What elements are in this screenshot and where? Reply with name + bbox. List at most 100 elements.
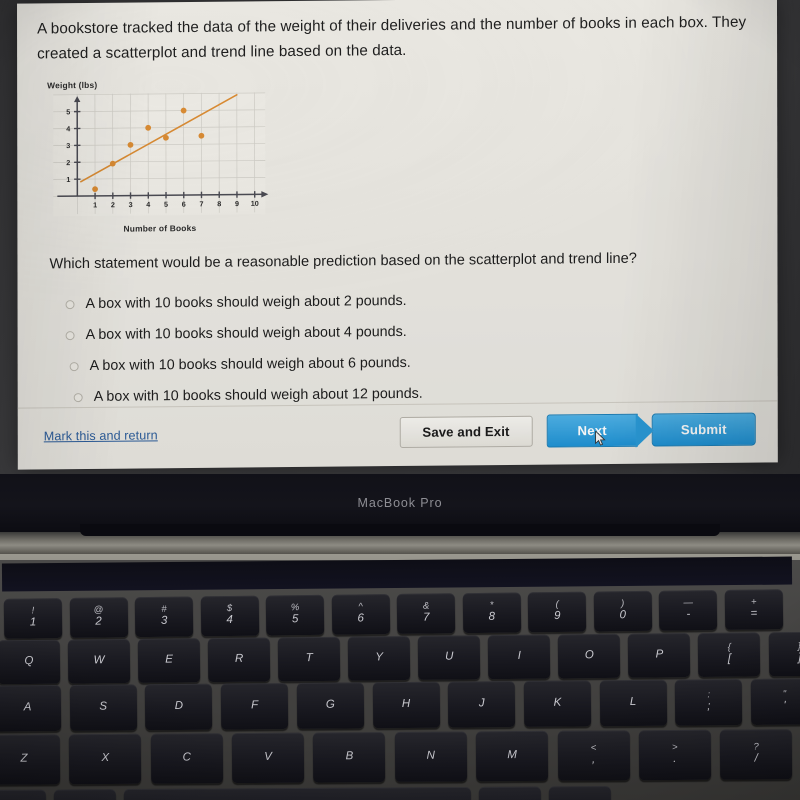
keyboard-key[interactable]: B [313, 732, 386, 783]
svg-text:9: 9 [235, 199, 239, 208]
keyboard-modifier-row[interactable]: ⌥ ⌘ ⌘ ⌥ [0, 786, 612, 800]
keyboard-qwerty-row[interactable]: Q W E R T Y U I O P {[}] [0, 631, 800, 685]
keyboard-key[interactable]: V [231, 732, 305, 784]
key-shift-glyph: — [683, 597, 694, 609]
answer-options-list: A box with 10 books should weigh about 2… [65, 290, 760, 406]
save-and-exit-button[interactable]: Save and Exit [399, 415, 533, 448]
key-primary-glyph: I [517, 650, 521, 663]
key-shift-glyph: % [290, 602, 300, 614]
svg-text:4: 4 [146, 200, 150, 209]
svg-text:5: 5 [164, 200, 168, 209]
keyboard-key[interactable]: (9 [527, 591, 587, 633]
keyboard-key[interactable]: + = [724, 589, 784, 630]
answer-option-label: A box with 10 books should weigh about 4… [85, 324, 407, 344]
keyboard-key[interactable]: #3 [134, 596, 194, 638]
svg-text:1: 1 [66, 175, 70, 184]
key-primary-glyph: X [101, 752, 110, 765]
answer-option[interactable]: A box with 10 books should weigh about 6… [69, 352, 760, 375]
keyboard-key[interactable]: $4 [200, 595, 259, 637]
keyboard-key[interactable]: ) 0 [593, 590, 653, 632]
keyboard-number-row[interactable]: ! 1 @2 #3 $4% 5 ^ 6 & 7 * 8(9) 0— - + = [3, 589, 784, 639]
next-button[interactable]: Next [546, 413, 638, 448]
keyboard-key[interactable]: S [69, 684, 137, 731]
keyboard-key[interactable]: U [418, 635, 481, 680]
key-primary-glyph: Z [20, 752, 28, 765]
svg-text:3: 3 [66, 141, 70, 150]
keyboard-key[interactable]: G [296, 682, 365, 729]
keyboard-key[interactable]: E [137, 638, 201, 683]
answer-option[interactable]: A box with 10 books should weigh about 4… [65, 321, 760, 344]
keyboard-key[interactable]: " ' [750, 678, 800, 725]
keyboard-key[interactable]: ⌘ [53, 789, 117, 800]
keyboard-deck: ! 1 @2 #3 $4% 5 ^ 6 & 7 * 8(9) 0— - + = Q W E R T Y U I O P{[}] … [0, 554, 800, 800]
keyboard-key[interactable]: * 8 [462, 592, 521, 634]
keyboard-key[interactable]: >. [638, 729, 712, 781]
key-well: ! 1 @2 #3 $4% 5 ^ 6 & 7 * 8(9) 0— - + = Q W E R T Y U I O P{[}] … [0, 556, 800, 800]
keyboard-key[interactable]: — - [659, 590, 718, 631]
keyboard-key[interactable]: D [145, 683, 213, 731]
keyboard-key[interactable]: ^ 6 [331, 594, 390, 635]
keyboard-key[interactable]: Y [348, 636, 411, 681]
key-primary-glyph: , [591, 753, 596, 766]
keyboard-key[interactable]: ⌥ [0, 789, 47, 800]
answer-option-radio[interactable] [69, 361, 79, 371]
keyboard-key[interactable]: I [488, 634, 551, 680]
keyboard-key[interactable]: % 5 [265, 594, 325, 636]
keyboard-key[interactable]: A [0, 685, 62, 732]
key-primary-glyph: M [507, 749, 517, 762]
keyboard-key[interactable] [123, 786, 472, 800]
laptop-photo: A bookstore tracked the data of the weig… [0, 0, 800, 800]
touch-bar[interactable] [1, 556, 793, 592]
keyboard-key[interactable]: K [523, 680, 592, 727]
key-primary-glyph: O [584, 649, 594, 662]
keyboard-key[interactable]: <, [557, 730, 630, 781]
keyboard-key[interactable]: }] [768, 631, 800, 677]
keyboard-key[interactable]: C [150, 733, 223, 784]
answer-option[interactable]: A box with 10 books should weigh about 2… [65, 290, 760, 313]
keyboard-key[interactable]: N [394, 731, 467, 782]
quiz-screen: A bookstore tracked the data of the weig… [17, 0, 778, 470]
key-primary-glyph: C [182, 751, 191, 764]
answer-option-radio[interactable] [65, 330, 75, 340]
keyboard-key[interactable]: F [220, 683, 289, 730]
keyboard-key[interactable]: L [599, 679, 667, 727]
key-shift-glyph: : [707, 689, 711, 701]
keyboard-key[interactable]: O [558, 633, 621, 679]
mark-this-and-return-link[interactable]: Mark this and return [44, 428, 158, 443]
svg-text:10: 10 [251, 199, 259, 208]
keyboard-key[interactable]: P [628, 633, 691, 678]
keyboard-key[interactable]: ⌥ [549, 786, 612, 800]
answer-option-radio[interactable] [65, 299, 75, 309]
svg-text:6: 6 [182, 200, 186, 209]
keyboard-key[interactable]: H [372, 681, 440, 729]
svg-text:1: 1 [93, 201, 97, 210]
key-primary-glyph: 9 [554, 610, 561, 623]
scatterplot-svg: 1 2 3 4 5 1 2 3 4 5 6 7 8 9 10 [53, 92, 269, 217]
keyboard-key[interactable]: R [207, 637, 271, 683]
key-primary-glyph: ' [783, 700, 786, 713]
submit-button[interactable]: Submit [651, 412, 756, 447]
keyboard-key[interactable]: T [277, 636, 341, 682]
keyboard-home-row[interactable]: A S D F G H J K L:; " ' [0, 678, 800, 732]
keyboard-key[interactable]: ! 1 [3, 598, 63, 639]
key-primary-glyph: 5 [291, 613, 299, 626]
keyboard-key[interactable]: W [67, 638, 131, 684]
key-shift-glyph: ! [31, 605, 35, 617]
keyboard-key[interactable]: & 7 [396, 593, 456, 634]
keyboard-bottom-letter-row[interactable]: Z X C V B N M <, >.? / [0, 729, 793, 785]
keyboard-key[interactable]: X [69, 733, 142, 785]
keyboard-key[interactable]: :; [675, 679, 743, 726]
key-primary-glyph: 6 [357, 612, 364, 625]
keyboard-key[interactable]: Q [0, 639, 61, 685]
keyboard-key[interactable]: Z [0, 734, 61, 785]
keyboard-key[interactable]: {[ [698, 632, 761, 678]
keyboard-key[interactable]: M [475, 730, 549, 782]
key-primary-glyph: B [345, 750, 354, 763]
keyboard-key[interactable]: J [448, 681, 516, 728]
keyboard-key[interactable]: ? / [720, 729, 793, 780]
keyboard-key[interactable]: @2 [69, 597, 128, 638]
keyboard-key[interactable]: ⌘ [479, 786, 542, 800]
chart-y-axis-label: Weight (lbs) [47, 80, 98, 91]
key-primary-glyph: J [478, 697, 485, 710]
answer-option-radio[interactable] [73, 392, 83, 402]
